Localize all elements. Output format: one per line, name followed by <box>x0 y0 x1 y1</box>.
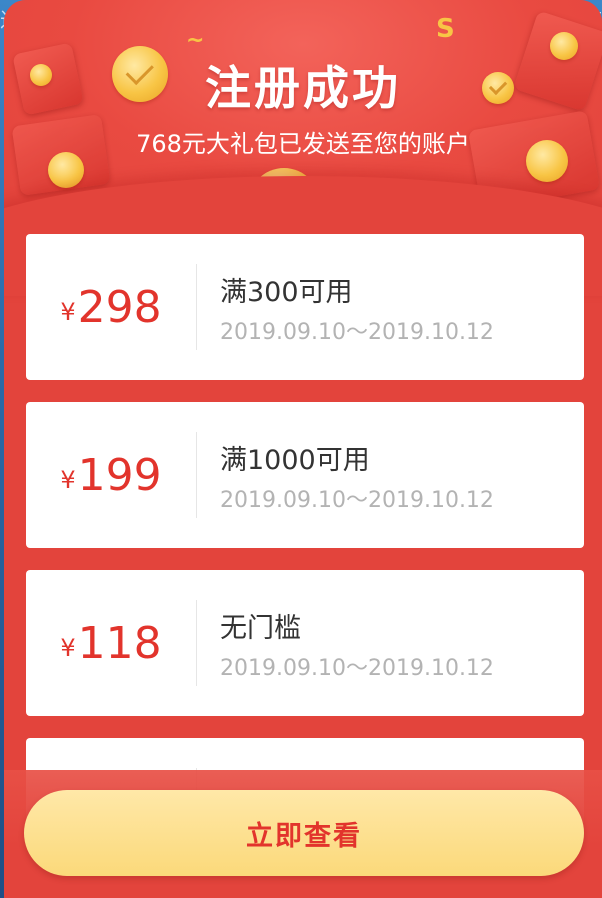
coupon-condition: 满300可用 <box>220 277 353 308</box>
coupon-amount: 298 <box>77 281 162 333</box>
sparkle-icon: S <box>436 14 455 44</box>
coupon-card[interactable]: ¥ 199 满1000可用 2019.09.10～2019.10.12 <box>26 402 584 548</box>
coupon-validity: 2019.09.10～2019.10.12 <box>220 656 494 681</box>
currency-symbol: ¥ <box>60 466 76 494</box>
coupon-amount: 118 <box>77 617 162 669</box>
coupon-price: ¥ 199 <box>26 402 196 548</box>
coupon-price: ¥ 298 <box>26 234 196 380</box>
coupon-condition: 无门槛 <box>220 613 301 644</box>
coupon-card[interactable]: ¥ 298 满300可用 2019.09.10～2019.10.12 <box>26 234 584 380</box>
coupon-validity: 2019.09.10～2019.10.12 <box>220 488 494 513</box>
coupon-condition: 满1000可用 <box>220 445 370 476</box>
coupon-divider <box>196 600 197 686</box>
coupon-divider <box>196 432 197 518</box>
coupon-card[interactable]: ¥ 118 无门槛 2019.09.10～2019.10.12 <box>26 570 584 716</box>
sparkle-icon: ~ <box>186 28 205 53</box>
popup-title: 注册成功 <box>205 61 401 115</box>
popup-subtitle: 768元大礼包已发送至您的账户 <box>136 130 470 158</box>
coupon-divider <box>196 264 197 350</box>
coupon-amount: 199 <box>77 449 162 501</box>
currency-symbol: ¥ <box>60 298 76 326</box>
registration-success-popup: ~ S 注册成功 768元大礼包已发送至您的账户 ¥ 298 满300可用 20… <box>4 0 602 898</box>
view-now-button[interactable]: 立即查看 <box>24 790 584 876</box>
coupon-price: ¥ 118 <box>26 570 196 716</box>
coupon-validity: 2019.09.10～2019.10.12 <box>220 320 494 345</box>
currency-symbol: ¥ <box>60 634 76 662</box>
popup-header: ~ S 注册成功 768元大礼包已发送至您的账户 <box>4 0 602 296</box>
